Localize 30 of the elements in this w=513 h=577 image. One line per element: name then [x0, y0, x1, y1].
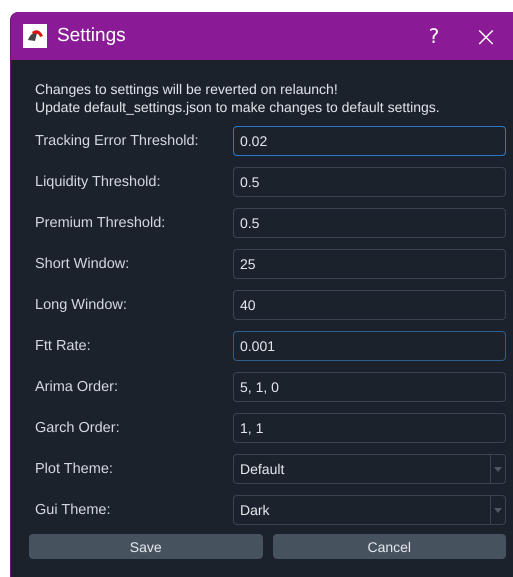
field-label: Liquidity Threshold: [35, 174, 162, 190]
input-field[interactable]: 5, 1, 0 [233, 372, 506, 402]
app-logo-icon [23, 24, 47, 48]
field-label: Premium Threshold: [35, 215, 166, 231]
input-field[interactable]: 0.5 [233, 167, 506, 197]
field-label: Plot Theme: [35, 461, 114, 477]
field-label: Gui Theme: [35, 502, 112, 518]
input-field[interactable]: 0.001 [233, 331, 506, 361]
input-field[interactable]: 40 [233, 290, 506, 320]
caret-icon [494, 466, 502, 472]
input-field[interactable]: 0.5 [233, 208, 506, 238]
input-field[interactable]: 25 [233, 249, 506, 279]
field-label: Arima Order: [35, 379, 119, 395]
dropdown[interactable]: Default [233, 454, 506, 484]
close-button[interactable]: × [460, 20, 512, 52]
window-title: Settings [57, 25, 126, 47]
caret-icon [494, 508, 502, 512]
input-field[interactable]: 0.02 [233, 126, 506, 156]
field-label: Ftt Rate: [35, 338, 92, 354]
field-label: Tracking Error Threshold: [35, 133, 200, 149]
dropdown[interactable]: Dark [233, 495, 506, 525]
field-label: Short Window: [35, 256, 130, 272]
input-field[interactable]: 1, 1 [233, 413, 506, 443]
help-button[interactable]: ? [408, 24, 460, 48]
dialog-button[interactable]: Save [29, 534, 262, 559]
field-label: Garch Order: [35, 420, 121, 436]
field-label: Long Window: [35, 297, 128, 313]
dialog-button[interactable]: Cancel [272, 534, 506, 559]
info-text: Changes to settings will be reverted on relaunch! [35, 80, 339, 98]
info-text: Update default_settings.json to make changes to default settings. [35, 98, 441, 116]
